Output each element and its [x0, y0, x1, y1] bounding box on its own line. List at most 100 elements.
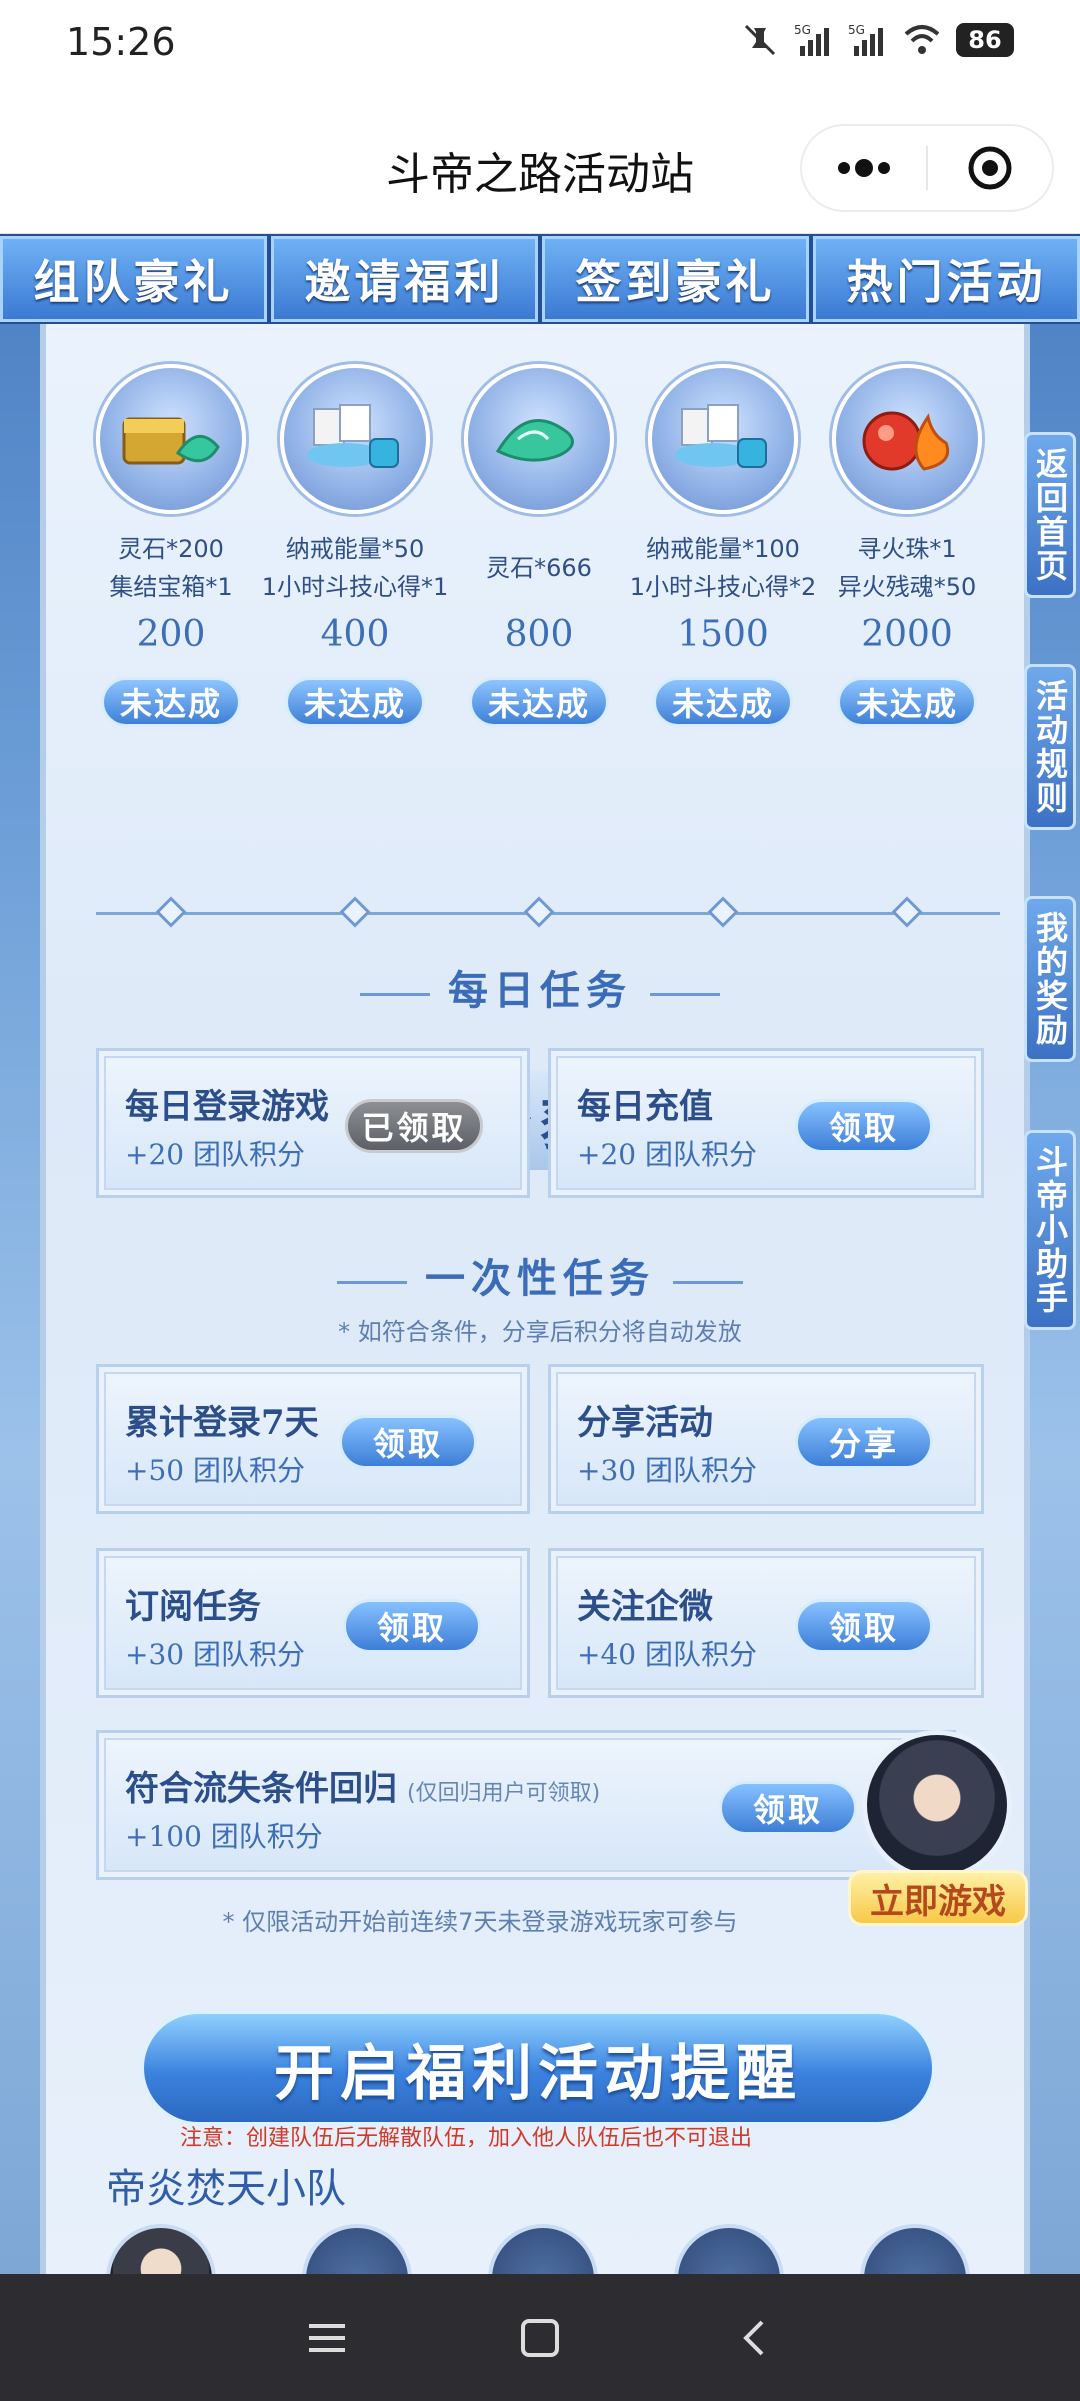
claim-button[interactable]: 领取 — [795, 1599, 933, 1653]
system-nav-bar — [0, 2274, 1080, 2401]
task-title: 累计登录7天 — [125, 1403, 319, 1443]
reward-status-badge: 未达成 — [469, 677, 609, 727]
reward-points: 400 — [320, 614, 390, 655]
task-card-subscribe: 订阅任务 +30 团队积分 领取 — [96, 1548, 530, 1698]
heading-ornament — [673, 1280, 743, 1284]
character-avatar — [862, 1730, 1012, 1880]
daily-tasks-title: 每日任务 — [448, 967, 632, 1014]
menu-button[interactable] — [297, 2308, 357, 2368]
side-tab-back-home[interactable]: 返回首页 — [1024, 432, 1076, 598]
back-chevron-icon — [743, 2320, 764, 2355]
share-button[interactable]: 分享 — [795, 1415, 933, 1469]
task-reward: +100 团队积分 — [125, 1820, 323, 1853]
mute-icon — [744, 24, 776, 56]
once-tasks-title: 一次性任务 — [425, 1255, 655, 1302]
reward-item: 灵石*666 800 未达成 — [444, 364, 634, 727]
side-tab-label: 活动规则 — [1031, 679, 1069, 815]
reward-status-badge: 未达成 — [837, 677, 977, 727]
signal-5g-icon-2: 5G — [848, 23, 883, 56]
signal-5g-icon: 5G — [794, 23, 829, 56]
task-title: 符合流失条件回归 — [125, 1769, 397, 1809]
reward-item: 寻火珠*1 异火残魂*50 2000 未达成 — [812, 364, 1002, 727]
heading-ornament — [337, 1280, 407, 1284]
reward-name: 灵石*200 集结宝箱*1 — [109, 535, 233, 601]
status-icons: 5G 5G 86 — [740, 22, 1014, 58]
task-card-follow-wecom: 关注企微 +40 团队积分 领取 — [548, 1548, 984, 1698]
energy-book-icon — [280, 364, 430, 514]
task-card-share: 分享活动 +30 团队积分 分享 — [548, 1364, 984, 1514]
task-card-daily-recharge: 每日充值 +20 团队积分 领取 — [548, 1048, 984, 1198]
home-button[interactable] — [510, 2308, 570, 2368]
reward-points: 800 — [504, 614, 574, 655]
enable-reminder-button[interactable]: 开启福利活动提醒 — [140, 2010, 936, 2126]
reward-name: 灵石*666 — [486, 554, 592, 582]
reward-name: 纳戒能量*100 1小时斗技心得*2 — [629, 535, 817, 601]
once-tasks-note: * 如符合条件，分享后积分将自动发放 — [338, 1318, 742, 1346]
task-reward: +30 团队积分 — [125, 1638, 305, 1671]
title-bar: 斗帝之路活动站 — [0, 84, 1080, 234]
menu-icon — [308, 2323, 345, 2352]
side-tab-label: 斗帝小助手 — [1031, 1145, 1069, 1315]
play-now-widget[interactable]: 立即游戏 — [848, 1710, 1028, 1926]
tab-invite-benefit[interactable]: 邀请福利 — [271, 236, 538, 322]
home-square-icon — [520, 2318, 559, 2357]
back-button[interactable] — [723, 2308, 783, 2368]
reward-status-badge: 未达成 — [653, 677, 793, 727]
side-tab-rules[interactable]: 活动规则 — [1024, 664, 1076, 830]
side-tab-label: 我的奖励 — [1031, 911, 1069, 1047]
web-content: 组队豪礼 邀请福利 签到豪礼 热门活动 灵石*200 集结宝箱*1 200 未达… — [0, 234, 1080, 2274]
reward-item: 纳戒能量*50 1小时斗技心得*1 400 未达成 — [260, 364, 450, 727]
more-button[interactable] — [802, 126, 926, 210]
reward-item: 灵石*200 集结宝箱*1 200 未达成 — [76, 364, 266, 727]
task-reward: +30 团队积分 — [577, 1454, 757, 1487]
side-tab-my-rewards[interactable]: 我的奖励 — [1024, 896, 1076, 1062]
task-title: 每日登录游戏 — [125, 1087, 329, 1127]
team-warning-text: 注意：创建队伍后无解散队伍，加入他人队伍后也不可退出 — [180, 2126, 753, 2151]
reward-name: 纳戒能量*50 1小时斗技心得*1 — [261, 535, 449, 601]
daily-tasks-heading: 每日任务 — [0, 958, 1080, 1016]
task-title-row: 符合流失条件回归 (仅回归用户可领取) — [125, 1761, 600, 1810]
task-card-return-player: 符合流失条件回归 (仅回归用户可领取) +100 团队积分 领取 — [96, 1730, 956, 1880]
claim-button[interactable]: 领取 — [343, 1599, 481, 1653]
reward-status-badge: 未达成 — [101, 677, 241, 727]
once-tasks-heading: 一次性任务 — [0, 1246, 1080, 1304]
side-tab-assistant[interactable]: 斗帝小助手 — [1024, 1130, 1076, 1330]
reward-name: 寻火珠*1 异火残魂*50 — [837, 535, 977, 601]
task-reward: +50 团队积分 — [125, 1454, 305, 1487]
more-dots-icon — [838, 159, 890, 177]
top-tabs: 组队豪礼 邀请福利 签到豪礼 热门活动 — [0, 234, 1080, 324]
claim-button[interactable]: 领取 — [339, 1415, 477, 1469]
tab-team-gift[interactable]: 组队豪礼 — [0, 236, 267, 322]
energy-book-icon — [648, 364, 798, 514]
mini-program-capsule — [800, 124, 1054, 212]
target-icon — [968, 146, 1012, 190]
close-program-button[interactable] — [928, 126, 1052, 210]
task-title: 分享活动 — [577, 1403, 713, 1443]
heading-ornament — [650, 992, 720, 996]
task-title: 每日充值 — [577, 1087, 713, 1127]
status-time: 15:26 — [66, 20, 176, 64]
battery-icon: 86 — [956, 23, 1014, 57]
reward-status-badge: 未达成 — [285, 677, 425, 727]
task-reward: +40 团队积分 — [577, 1638, 757, 1671]
spirit-stone-icon — [464, 364, 614, 514]
play-now-button[interactable]: 立即游戏 — [848, 1870, 1028, 1926]
reward-item: 纳戒能量*100 1小时斗技心得*2 1500 未达成 — [628, 364, 818, 727]
task-title: 关注企微 — [577, 1587, 713, 1627]
tab-hot-events[interactable]: 热门活动 — [813, 236, 1080, 322]
task-reward: +20 团队积分 — [125, 1138, 305, 1171]
chest-icon — [96, 364, 246, 514]
team-name: 帝炎焚天小队 — [106, 2166, 346, 2212]
fire-orb-icon — [832, 364, 982, 514]
svg-text:5G: 5G — [794, 23, 811, 37]
status-bar: 15:26 5G 5G 86 — [0, 0, 1080, 84]
claimed-button[interactable]: 已领取 — [345, 1099, 483, 1153]
task-card-login-7-days: 累计登录7天 +50 团队积分 领取 — [96, 1364, 530, 1514]
task-reward: +20 团队积分 — [577, 1138, 757, 1171]
claim-button[interactable]: 领取 — [795, 1099, 933, 1153]
tab-checkin-gift[interactable]: 签到豪礼 — [542, 236, 809, 322]
heading-ornament — [360, 992, 430, 996]
reward-points: 200 — [136, 614, 206, 655]
reward-points: 1500 — [677, 614, 769, 655]
claim-button[interactable]: 领取 — [719, 1781, 857, 1835]
